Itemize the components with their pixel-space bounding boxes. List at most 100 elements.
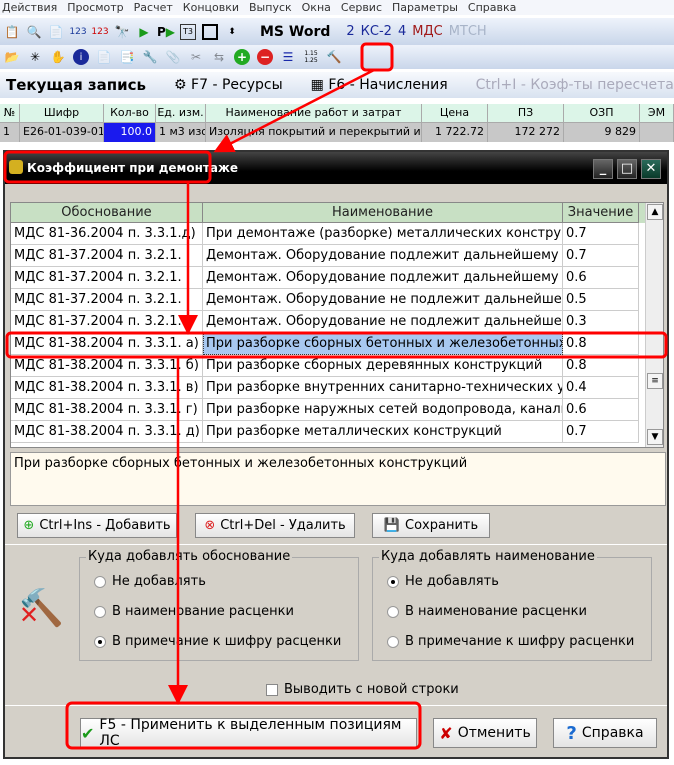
scroll-up-icon[interactable]: ▲ (647, 204, 663, 220)
menu-help[interactable]: Справка (468, 0, 516, 15)
basis-radio-none[interactable]: Не добавлять (94, 574, 206, 589)
folder-icon[interactable]: 📂 (4, 49, 20, 65)
radio[interactable] (387, 575, 399, 588)
menu-windows[interactable]: Окна (302, 0, 331, 15)
basis-radio-name[interactable]: В наименование расценки (94, 604, 294, 619)
link-ks2[interactable]: КС-2 (361, 24, 392, 39)
record-tabs: Текущая запись ⚙ F7 - Ресурсы ▦ F6 - Нач… (0, 72, 674, 98)
vertical-scrollbar[interactable]: ▲ ≡ ▼ (645, 203, 663, 447)
paste-icon[interactable]: 📋 (4, 24, 20, 40)
preview-icon[interactable]: 🔍 (26, 24, 42, 40)
col-em[interactable]: ЭМ (640, 104, 674, 123)
col-name[interactable]: Наименование (203, 203, 563, 223)
save-button[interactable]: 💾 Сохранить (372, 513, 490, 538)
menu-endings[interactable]: Концовки (183, 0, 239, 15)
doc-icon[interactable]: 📄 (96, 49, 112, 65)
run-icon[interactable]: ▶ (136, 24, 152, 40)
table-row[interactable]: МДС 81-37.2004 п. 3.2.1. Демонтаж. Оборуд… (11, 267, 663, 289)
ms-word-button[interactable]: MS Word (260, 24, 330, 40)
run-p-icon[interactable]: P ▶ (157, 24, 175, 40)
renumber-back-icon[interactable]: 123 (91, 24, 108, 40)
newline-checkbox[interactable]: Выводить с новой строки (266, 682, 459, 697)
tools-icon[interactable]: 🔧 (142, 49, 158, 65)
renumber-icon[interactable]: 123 (69, 24, 86, 40)
table-row[interactable]: МДС 81-36.2004 п. 3.3.1.д) При демонтаже … (11, 223, 663, 245)
t3-icon[interactable]: T3 (180, 23, 196, 40)
gavel-icon[interactable]: 🔨 (326, 49, 342, 65)
scissors-icon[interactable]: ✂ (188, 49, 204, 65)
checkbox[interactable] (266, 683, 278, 696)
maximize-button[interactable]: □ (617, 159, 637, 179)
col-pz[interactable]: ПЗ (488, 104, 564, 123)
description-memo[interactable]: При разборке сборных бетонных и железобе… (10, 452, 666, 506)
table-row[interactable]: МДС 81-38.2004 п. 3.3.1. б) При разборке … (11, 355, 663, 377)
table-row[interactable]: 1 Е26-01-039-01 100.0 1 м3 изо Изоляция … (0, 123, 674, 142)
basis-radio-note[interactable]: В примечание к шифру расценки (94, 634, 341, 649)
clipboard-icon[interactable]: 📄 (48, 24, 64, 40)
col-unit[interactable]: Ед. изм. (156, 104, 206, 123)
col-price[interactable]: Цена (422, 104, 488, 123)
radio[interactable] (94, 575, 106, 588)
clip-icon[interactable]: 📎 (165, 49, 181, 65)
scroll-thumb[interactable]: ≡ (647, 373, 663, 389)
link-4[interactable]: 4 (398, 24, 406, 39)
tab-recalc[interactable]: Ctrl+I - Коэф-ты пересчета (476, 77, 674, 93)
table-row[interactable]: МДС 81-37.2004 п. 3.2.1. Демонтаж. Оборуд… (11, 245, 663, 267)
add-button[interactable]: ⊕ Ctrl+Ins - Добавить (17, 513, 177, 538)
table-row[interactable]: МДС 81-38.2004 п. 3.3.1. в) При разборке … (11, 377, 663, 399)
updown-icon[interactable]: ⬍ (224, 24, 240, 40)
menu-output[interactable]: Выпуск (249, 0, 292, 15)
close-button[interactable]: ✕ (641, 159, 661, 179)
col-basis[interactable]: Обоснование (11, 203, 203, 223)
copy-docs-icon[interactable]: 📑 (119, 49, 135, 65)
menu-actions[interactable]: Действия (2, 0, 57, 15)
col-name[interactable]: Наименование работ и затрат (206, 104, 422, 123)
name-radio-note[interactable]: В примечание к шифру расценки (387, 634, 634, 649)
link-2[interactable]: 2 (346, 24, 354, 39)
cell-value: 0.5 (563, 289, 639, 311)
tab-resources[interactable]: ⚙ F7 - Ресурсы (174, 77, 283, 93)
col-qty[interactable]: Кол-во (104, 104, 156, 123)
col-value[interactable]: Значение (563, 203, 639, 223)
cancel-button[interactable]: ✘ Отменить (433, 718, 537, 748)
radio[interactable] (94, 605, 106, 618)
table-row[interactable]: МДС 81-37.2004 п. 3.2.1. Демонтаж. Оборуд… (11, 311, 663, 333)
cell-qty[interactable]: 100.0 (104, 123, 156, 142)
pattern-icon[interactable]: ✳ (27, 49, 43, 65)
dialog-titlebar[interactable]: Коэффициент при демонтаже _ □ ✕ (5, 152, 667, 184)
link-mtsn[interactable]: МТСН (449, 24, 487, 39)
info-icon[interactable]: i (73, 49, 89, 65)
col-num[interactable]: № (0, 104, 20, 123)
window-icon[interactable] (202, 23, 218, 40)
list-icon[interactable]: ☰ (280, 49, 296, 65)
apply-button[interactable]: ✔ F5 - Применить к выделенным позициям ЛС (80, 717, 417, 749)
menu-calc[interactable]: Расчет (134, 0, 173, 15)
help-button[interactable]: ? Справка (553, 718, 657, 748)
binoculars-icon[interactable]: 🔭 (114, 24, 130, 40)
add-icon[interactable]: + (234, 49, 250, 65)
radio[interactable] (387, 635, 399, 648)
col-ozp[interactable]: ОЗП (564, 104, 640, 123)
table-row[interactable]: МДС 81-37.2004 п. 3.2.1. Демонтаж. Оборуд… (11, 289, 663, 311)
tab-current-record[interactable]: Текущая запись (6, 76, 146, 94)
table-row[interactable]: МДС 81-38.2004 п. 3.3.1. а) При разборке … (11, 333, 663, 355)
swap-icon[interactable]: ⇆ (211, 49, 227, 65)
radio[interactable] (387, 605, 399, 618)
col-code[interactable]: Шифр (20, 104, 104, 123)
tab-charges[interactable]: ▦ F6 - Начисления (311, 77, 448, 93)
remove-icon[interactable]: − (257, 49, 273, 65)
link-mds[interactable]: МДС (412, 24, 442, 39)
name-radio-none[interactable]: Не добавлять (387, 574, 499, 589)
scroll-down-icon[interactable]: ▼ (647, 429, 663, 445)
menu-service[interactable]: Сервис (341, 0, 382, 15)
hand-icon[interactable]: ✋ (50, 49, 66, 65)
radio[interactable] (94, 635, 106, 648)
table-row[interactable]: МДС 81-38.2004 п. 3.3.1. г) При разборке … (11, 399, 663, 421)
name-radio-name[interactable]: В наименование расценки (387, 604, 587, 619)
delete-button[interactable]: ⊗ Ctrl+Del - Удалить (195, 513, 355, 538)
coef-icon[interactable]: 1.15 1.25 (303, 49, 319, 65)
menu-params[interactable]: Параметры (392, 0, 458, 15)
menu-view[interactable]: Просмотр (67, 0, 123, 15)
minimize-button[interactable]: _ (593, 159, 613, 179)
table-row[interactable]: МДС 81-38.2004 п. 3.3.1. д) При разборке … (11, 421, 663, 443)
